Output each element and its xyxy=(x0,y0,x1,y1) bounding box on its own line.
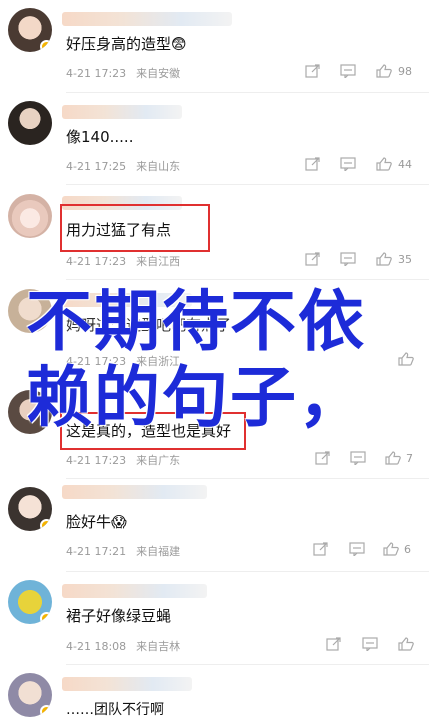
username-blurred[interactable] xyxy=(62,12,232,26)
overlay-title: 不期待不依 赖的句子， xyxy=(26,284,366,436)
comment-time: 4-21 17:21 xyxy=(66,545,127,558)
share-icon[interactable] xyxy=(305,64,321,78)
share-icon[interactable] xyxy=(305,252,321,266)
comment-source: 来自山东 xyxy=(136,160,181,173)
comment-time: 4-21 17:23 xyxy=(66,454,127,467)
emoji-icon: 😱 xyxy=(111,513,127,531)
comment-text: ……团队不行啊 xyxy=(66,702,164,718)
like-count: 98 xyxy=(398,65,412,78)
like-icon[interactable] xyxy=(376,157,392,171)
avatar[interactable] xyxy=(8,101,52,145)
comment-meta: 4-21 17:23 来自广东 xyxy=(66,452,180,468)
comment-icon[interactable] xyxy=(349,542,365,556)
comment-meta: 4-21 17:21 来自福建 xyxy=(66,543,180,559)
avatar[interactable] xyxy=(8,194,52,238)
like-icon[interactable] xyxy=(398,637,414,651)
avatar[interactable] xyxy=(8,673,52,717)
comment-text: 脸好牛😱 xyxy=(66,513,127,531)
comment-text: 用力过猛了有点 xyxy=(66,221,172,239)
like-count: 44 xyxy=(398,158,412,171)
divider xyxy=(66,571,429,572)
like-count: 7 xyxy=(406,452,413,465)
comment-text: 裙子好像绿豆蝇 xyxy=(66,607,172,625)
comment-source: 来自江西 xyxy=(136,255,181,268)
like-count: 35 xyxy=(398,253,412,266)
avatar[interactable] xyxy=(8,580,52,624)
divider xyxy=(66,279,429,280)
share-icon[interactable] xyxy=(315,451,331,465)
username-blurred[interactable] xyxy=(62,485,207,499)
like-icon[interactable] xyxy=(398,352,414,366)
comment-icon[interactable] xyxy=(340,64,356,78)
comment-text: 像140..... xyxy=(66,128,134,146)
share-icon[interactable] xyxy=(305,157,321,171)
comment-time: 4-21 18:08 xyxy=(66,640,127,653)
comment-time: 4-21 17:25 xyxy=(66,160,127,173)
comment-icon[interactable] xyxy=(350,451,366,465)
divider xyxy=(66,184,429,185)
like-icon[interactable] xyxy=(376,64,392,78)
comment-source: 来自吉林 xyxy=(136,640,181,653)
divider xyxy=(66,478,429,479)
verified-badge-icon xyxy=(40,612,52,624)
like-icon[interactable] xyxy=(376,252,392,266)
like-count: 6 xyxy=(404,543,411,556)
like-icon[interactable] xyxy=(383,542,399,556)
comment-source: 来自安徽 xyxy=(136,67,181,80)
overlay-line-2: 赖的句子， xyxy=(26,359,366,436)
comment-time: 4-21 17:23 xyxy=(66,67,127,80)
comment-source: 来自广东 xyxy=(136,454,181,467)
verified-badge-icon xyxy=(40,519,52,531)
comment-meta: 4-21 17:23 来自江西 xyxy=(66,253,180,269)
comment-source: 来自福建 xyxy=(136,545,181,558)
comment-icon[interactable] xyxy=(340,157,356,171)
verified-badge-icon xyxy=(40,40,52,52)
emoji-icon: 😨 xyxy=(171,35,187,53)
username-blurred[interactable] xyxy=(62,584,207,598)
comment-meta: 4-21 17:23 来自安徽 xyxy=(66,65,180,81)
username-blurred[interactable] xyxy=(62,105,182,119)
share-icon[interactable] xyxy=(326,637,342,651)
divider xyxy=(66,664,429,665)
comment-time: 4-21 17:23 xyxy=(66,255,127,268)
username-blurred[interactable] xyxy=(62,677,192,691)
avatar[interactable] xyxy=(8,487,52,531)
avatar[interactable] xyxy=(8,8,52,52)
comment-text: 好压身高的造型😨 xyxy=(66,35,187,53)
comment-meta: 4-21 17:25 来自山东 xyxy=(66,158,180,174)
comment-icon[interactable] xyxy=(340,252,356,266)
verified-badge-icon xyxy=(40,705,52,717)
share-icon[interactable] xyxy=(313,542,329,556)
comment-icon[interactable] xyxy=(362,637,378,651)
like-icon[interactable] xyxy=(385,451,401,465)
overlay-line-1: 不期待不依 xyxy=(26,283,366,360)
divider xyxy=(66,92,429,93)
comment-meta: 4-21 18:08 来自吉林 xyxy=(66,638,180,654)
